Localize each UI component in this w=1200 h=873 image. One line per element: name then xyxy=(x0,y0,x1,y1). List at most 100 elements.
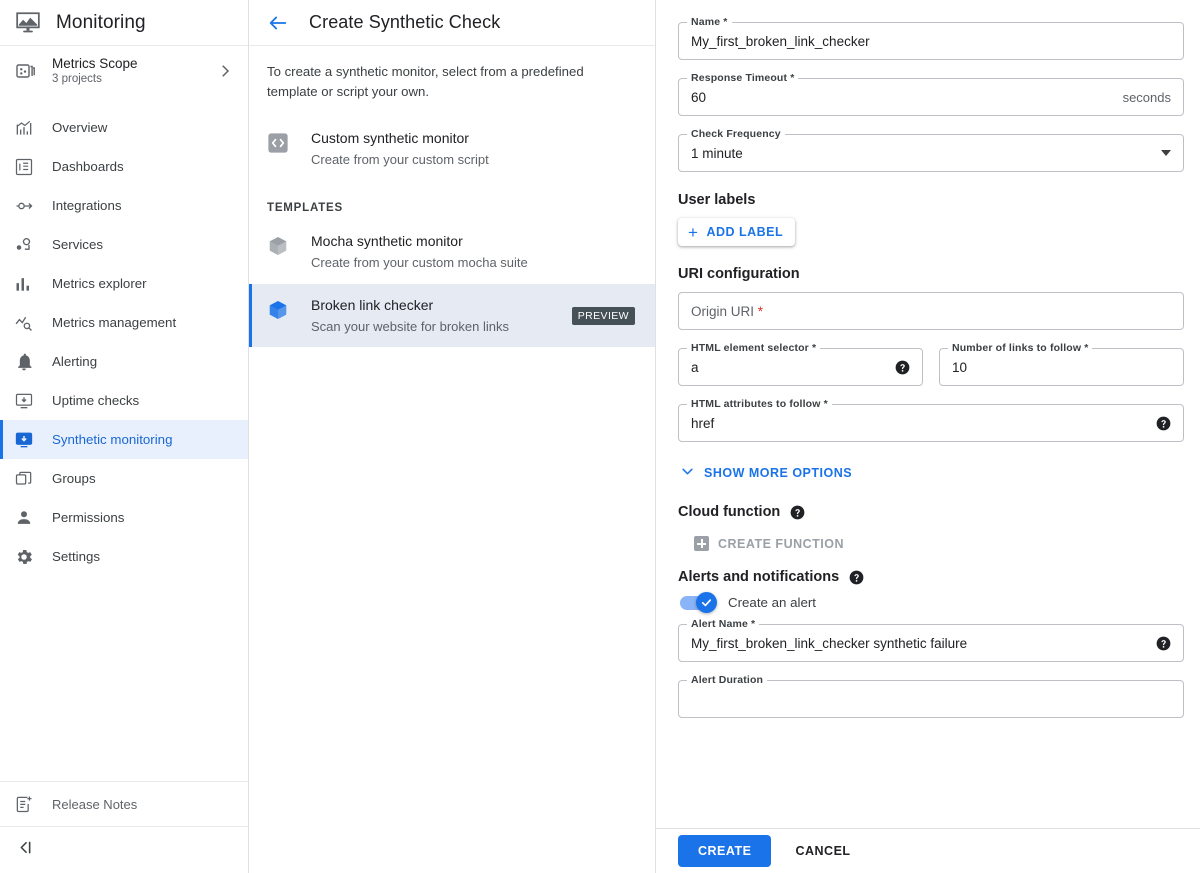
plus-icon: + xyxy=(688,222,699,242)
html-element-selector-field[interactable]: HTML element selector * a xyxy=(678,342,923,386)
overview-chart-icon xyxy=(14,118,34,138)
origin-uri-input[interactable]: Origin URI * xyxy=(678,292,1184,330)
sidebar-item-metrics-management[interactable]: Metrics management xyxy=(0,303,248,342)
add-label-button[interactable]: + ADD LABEL xyxy=(678,218,796,246)
origin-uri-field[interactable]: Origin URI * xyxy=(678,292,1184,330)
template-subtitle: Create from your custom script xyxy=(311,151,489,167)
check-frequency-legend: Check Frequency xyxy=(687,128,785,140)
metrics-scope-title: Metrics Scope xyxy=(52,55,138,71)
html-attributes-legend: HTML attributes to follow * xyxy=(687,398,832,410)
help-icon[interactable] xyxy=(895,360,910,375)
arrow-back-icon[interactable] xyxy=(267,12,289,34)
template-title: Broken link checker xyxy=(311,296,434,313)
bell-icon xyxy=(14,352,34,372)
metrics-scope-selector[interactable]: Metrics Scope 3 projects xyxy=(0,48,248,94)
show-more-options-button[interactable]: SHOW MORE OPTIONS xyxy=(680,464,852,482)
html-element-selector-legend: HTML element selector * xyxy=(687,342,821,354)
alert-name-field[interactable]: Alert Name * My_first_broken_link_checke… xyxy=(678,618,1184,662)
help-icon[interactable] xyxy=(1156,636,1171,651)
sidebar-item-uptime-checks[interactable]: Uptime checks xyxy=(0,381,248,420)
template-panel: Create Synthetic Check To create a synth… xyxy=(249,0,656,873)
synthetic-monitor-icon xyxy=(14,430,34,450)
metrics-management-icon xyxy=(14,313,34,333)
sidebar-item-label: Synthetic monitoring xyxy=(52,432,173,447)
sidebar-item-integrations[interactable]: Integrations xyxy=(0,186,248,225)
sidebar-item-alerting[interactable]: Alerting xyxy=(0,342,248,381)
metrics-scope-text: Metrics Scope 3 projects xyxy=(52,56,202,87)
chevron-down-icon xyxy=(680,464,695,482)
name-input[interactable]: My_first_broken_link_checker xyxy=(678,22,1184,60)
show-more-options-label: SHOW MORE OPTIONS xyxy=(704,466,853,480)
services-icon xyxy=(14,235,34,255)
sidebar-nav: Overview Dashboards Integrations Service… xyxy=(0,108,248,576)
alert-name-legend: Alert Name * xyxy=(687,618,760,630)
sidebar-item-label: Metrics explorer xyxy=(52,276,147,291)
panel-description: To create a synthetic monitor, select fr… xyxy=(267,64,584,100)
brand-header: Monitoring xyxy=(0,0,248,46)
sidebar: Monitoring Metrics Scope 3 projects Over… xyxy=(0,0,249,873)
panel-header: Create Synthetic Check xyxy=(249,0,655,46)
sidebar-item-label: Uptime checks xyxy=(52,393,140,408)
chevron-down-icon[interactable] xyxy=(1161,150,1171,156)
bar-chart-icon xyxy=(14,274,34,294)
sidebar-item-services[interactable]: Services xyxy=(0,225,248,264)
template-subtitle: Create from your custom mocha suite xyxy=(311,255,528,271)
sidebar-item-synthetic-monitoring[interactable]: Synthetic monitoring xyxy=(0,420,248,459)
sidebar-item-label: Settings xyxy=(52,549,101,564)
template-title: Custom synthetic monitor xyxy=(311,129,469,146)
sidebar-item-metrics-explorer[interactable]: Metrics explorer xyxy=(0,264,248,303)
sidebar-item-label: Integrations xyxy=(52,198,122,213)
template-text: Mocha synthetic monitor Create from your… xyxy=(311,232,641,271)
name-field[interactable]: Name * My_first_broken_link_checker xyxy=(678,16,1184,60)
create-function-button[interactable]: CREATE FUNCTION xyxy=(684,530,852,557)
release-notes-icon xyxy=(14,794,34,814)
form-scroll-area: Name * My_first_broken_link_checker Resp… xyxy=(656,0,1200,828)
page-title: Create Synthetic Check xyxy=(309,12,501,32)
cube-icon xyxy=(267,299,289,321)
cube-icon xyxy=(267,235,289,257)
form-panel: Name * My_first_broken_link_checker Resp… xyxy=(656,0,1200,873)
help-icon[interactable] xyxy=(1156,416,1171,431)
brand-title: Monitoring xyxy=(56,11,146,33)
template-item-broken-link-checker[interactable]: Broken link checker Scan your website fo… xyxy=(249,283,655,348)
sidebar-item-overview[interactable]: Overview xyxy=(0,108,248,147)
sidebar-item-groups[interactable]: Groups xyxy=(0,459,248,498)
required-asterisk: * xyxy=(757,303,764,319)
template-item-mocha-synthetic-monitor[interactable]: Mocha synthetic monitor Create from your… xyxy=(249,220,655,283)
toggle-knob xyxy=(696,591,717,613)
plus-square-icon xyxy=(694,536,709,551)
html-attributes-field[interactable]: HTML attributes to follow * href xyxy=(678,398,1184,442)
template-item-custom-synthetic-monitor[interactable]: Custom synthetic monitor Create from you… xyxy=(249,117,655,180)
collapse-panel-button[interactable] xyxy=(0,827,248,873)
number-of-links-field[interactable]: Number of links to follow * 10 xyxy=(939,342,1184,386)
help-icon[interactable] xyxy=(790,505,805,520)
response-timeout-legend: Response Timeout * xyxy=(687,72,799,84)
name-input-value: My_first_broken_link_checker xyxy=(691,33,870,49)
chevron-right-icon[interactable] xyxy=(216,62,234,80)
sidebar-item-permissions[interactable]: Permissions xyxy=(0,498,248,537)
alerts-heading-text: Alerts and notifications xyxy=(678,569,840,585)
sidebar-item-dashboards[interactable]: Dashboards xyxy=(0,147,248,186)
sidebar-item-label: Services xyxy=(52,237,103,252)
release-notes-item[interactable]: Release Notes xyxy=(0,781,248,827)
number-of-links-value: 10 xyxy=(952,359,968,375)
alert-duration-field[interactable]: Alert Duration xyxy=(678,674,1184,718)
response-timeout-field[interactable]: Response Timeout * 60 seconds xyxy=(678,72,1184,116)
check-frequency-field[interactable]: Check Frequency 1 minute xyxy=(678,128,1184,172)
create-alert-toggle-label: Create an alert xyxy=(728,595,816,610)
template-title: Mocha synthetic monitor xyxy=(311,233,463,250)
selector-row: HTML element selector * a Number of link… xyxy=(678,342,1184,404)
name-field-legend: Name * xyxy=(687,16,732,28)
sidebar-item-settings[interactable]: Settings xyxy=(0,537,248,576)
dashboards-icon xyxy=(14,157,34,177)
create-alert-toggle[interactable] xyxy=(680,591,717,613)
uri-configuration-heading: URI configuration xyxy=(678,266,1184,282)
help-icon[interactable] xyxy=(849,570,864,585)
origin-uri-placeholder: Origin URI * xyxy=(691,303,764,319)
cancel-button[interactable]: CANCEL xyxy=(781,835,864,867)
template-subtitle: Scan your website for broken links xyxy=(311,318,509,334)
person-icon xyxy=(14,508,34,528)
uri-configuration-heading-text: URI configuration xyxy=(678,266,800,282)
create-button[interactable]: CREATE xyxy=(678,835,772,867)
alert-duration-legend: Alert Duration xyxy=(687,674,768,686)
